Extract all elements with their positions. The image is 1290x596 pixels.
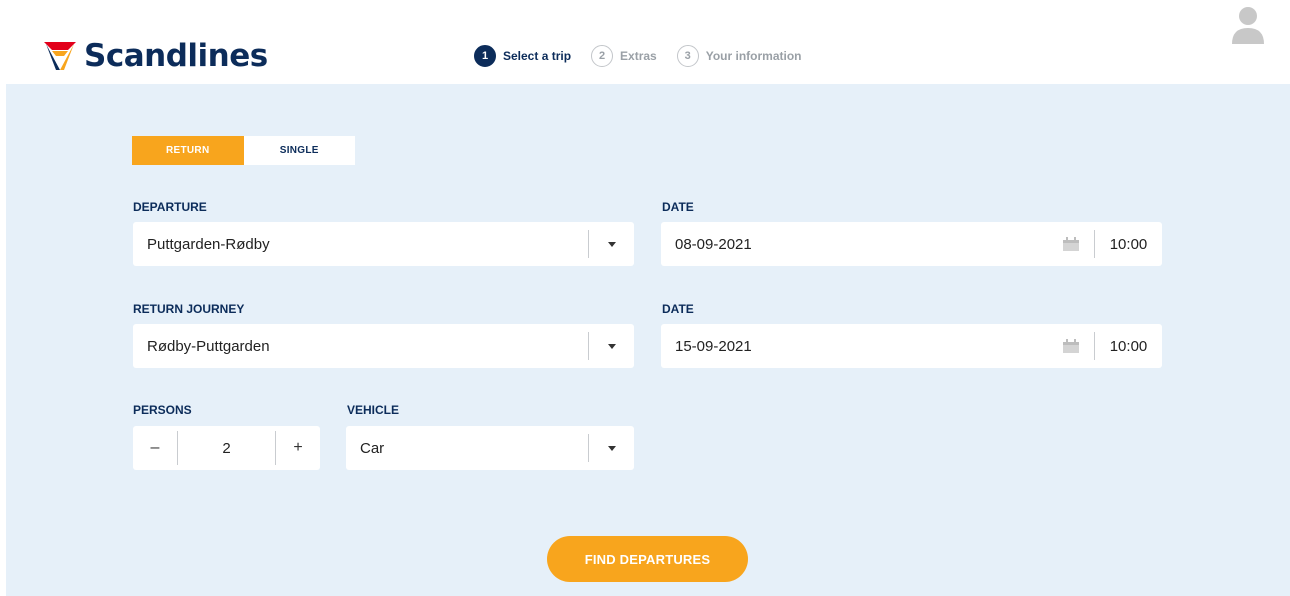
return-journey-select[interactable]: Rødby-Puttgarden	[133, 324, 634, 368]
trip-type-toggle: RETURN SINGLE	[132, 136, 355, 165]
step-number: 3	[676, 45, 699, 67]
progress-steps: 1 Select a trip 2 Extras 3 Your informat…	[474, 44, 822, 68]
vehicle-label: VEHICLE	[347, 403, 400, 417]
brand-logo[interactable]: Scandlines	[44, 36, 268, 76]
departure-date-label: DATE	[662, 200, 694, 214]
caret-down-icon[interactable]	[589, 343, 634, 349]
caret-down-icon[interactable]	[589, 241, 634, 247]
calendar-icon[interactable]	[1060, 338, 1082, 354]
persons-label: PERSONS	[133, 403, 192, 417]
brand-name: Scandlines	[84, 38, 268, 74]
persons-value[interactable]: 2	[178, 440, 275, 457]
step-label: Your information	[705, 49, 802, 63]
return-time-value[interactable]: 10:00	[1095, 338, 1162, 355]
departure-date-field[interactable]: 08-09-2021 10:00	[661, 222, 1162, 266]
header: Scandlines 1 Select a trip 2 Extras 3 Yo…	[0, 0, 1290, 84]
return-date-label: DATE	[662, 302, 694, 316]
calendar-icon[interactable]	[1060, 236, 1082, 252]
caret-down-icon[interactable]	[589, 445, 634, 451]
user-avatar-icon[interactable]	[1229, 4, 1267, 44]
persons-stepper: – 2 +	[133, 426, 320, 470]
decrement-button[interactable]: –	[133, 426, 177, 470]
return-journey-value: Rødby-Puttgarden	[147, 337, 270, 355]
single-toggle-button[interactable]: SINGLE	[243, 136, 355, 165]
return-date-value[interactable]: 15-09-2021	[661, 338, 1060, 355]
return-toggle-button[interactable]: RETURN	[132, 136, 244, 165]
departure-date-value[interactable]: 08-09-2021	[661, 236, 1060, 253]
return-date-field[interactable]: 15-09-2021 10:00	[661, 324, 1162, 368]
step-your-information: 3 Your information	[676, 45, 802, 67]
step-number: 1	[474, 45, 496, 67]
step-label: Extras	[620, 49, 657, 63]
step-extras: 2 Extras	[591, 45, 657, 67]
departure-time-value[interactable]: 10:00	[1095, 236, 1162, 253]
return-journey-label: RETURN JOURNEY	[133, 302, 245, 316]
scandlines-v-logo-icon	[44, 42, 76, 70]
step-label: Select a trip	[503, 49, 572, 63]
departure-value: Puttgarden-Rødby	[147, 235, 270, 253]
departure-select[interactable]: Puttgarden-Rødby	[133, 222, 634, 266]
departure-label: DEPARTURE	[133, 200, 207, 214]
step-number: 2	[591, 45, 614, 67]
step-select-trip: 1 Select a trip	[474, 45, 571, 67]
find-departures-button[interactable]: FIND DEPARTURES	[547, 536, 748, 582]
booking-panel: RETURN SINGLE DEPARTURE Puttgarden-Rødby…	[6, 84, 1290, 596]
increment-button[interactable]: +	[276, 426, 320, 470]
vehicle-value: Car	[360, 439, 385, 457]
vehicle-select[interactable]: Car	[346, 426, 634, 470]
